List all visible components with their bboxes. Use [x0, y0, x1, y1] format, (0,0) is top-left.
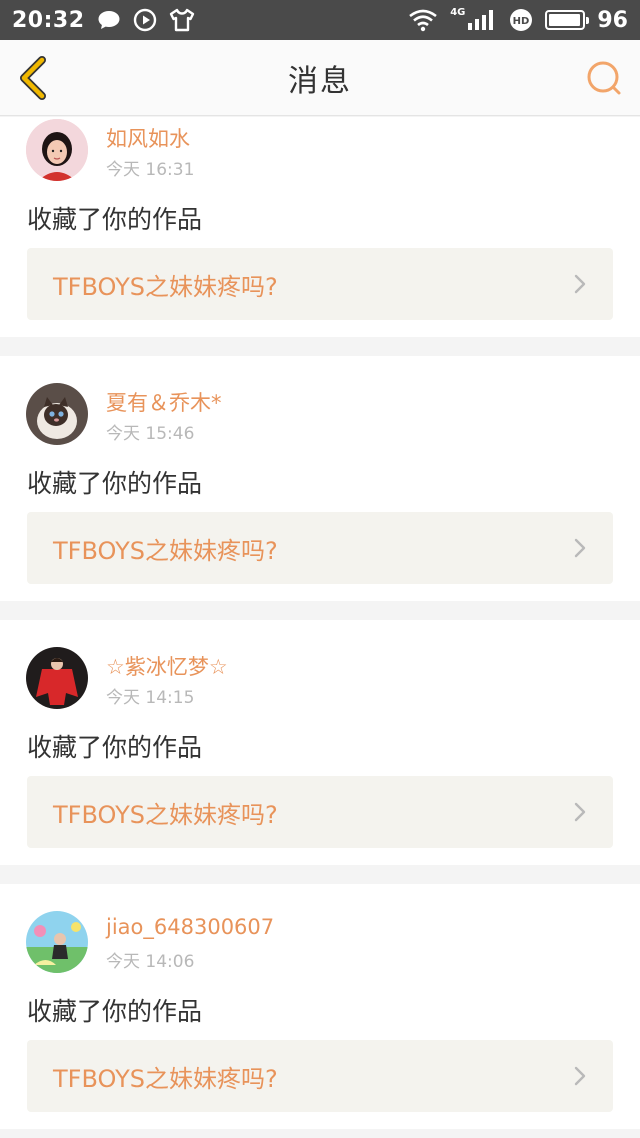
header-bar: 消息 [0, 40, 640, 116]
work-link[interactable]: TFBOYS之妹妹疼吗? [27, 776, 613, 848]
message-time: 今天 16:31 [106, 160, 195, 180]
signal-icon [467, 9, 497, 31]
search-button[interactable] [584, 58, 624, 98]
wifi-icon [408, 8, 438, 32]
search-icon [587, 61, 621, 95]
work-title: TFBOYS之妹妹疼吗? [53, 272, 278, 301]
message-card: ☆紫冰忆梦☆ 今天 14:15 收藏了你的作品 TFBOYS之妹妹疼吗? [0, 620, 640, 865]
username[interactable]: jiao_648300607 [106, 915, 274, 939]
avatar[interactable] [26, 383, 88, 445]
back-button[interactable] [16, 56, 52, 100]
hd-icon: HD [509, 8, 533, 32]
status-time: 20:32 [12, 7, 85, 33]
chevron-right-icon [574, 274, 586, 294]
action-text: 收藏了你的作品 [27, 733, 203, 762]
network-type-label: 4G [450, 6, 466, 18]
message-card: 夏有＆乔木* 今天 15:46 收藏了你的作品 TFBOYS之妹妹疼吗? [0, 356, 640, 601]
play-icon [133, 8, 157, 32]
username[interactable]: 夏有＆乔木* [106, 387, 222, 417]
chevron-right-icon [574, 1066, 586, 1086]
action-text: 收藏了你的作品 [27, 997, 203, 1026]
message-time: 今天 14:06 [106, 952, 195, 972]
page-title: 消息 [288, 63, 352, 99]
username[interactable]: ☆紫冰忆梦☆ [106, 651, 228, 681]
work-link[interactable]: TFBOYS之妹妹疼吗? [27, 248, 613, 320]
work-link[interactable]: TFBOYS之妹妹疼吗? [27, 512, 613, 584]
action-text: 收藏了你的作品 [27, 205, 203, 234]
svg-text:HD: HD [513, 16, 530, 27]
chevron-right-icon [574, 538, 586, 558]
chevron-left-icon [20, 56, 46, 100]
message-time: 今天 14:15 [106, 688, 195, 708]
status-bar: 20:32 4G HD 96 [0, 0, 640, 40]
status-bar-right: 4G HD 96 [408, 6, 628, 33]
battery-icon [545, 10, 590, 30]
work-title: TFBOYS之妹妹疼吗? [53, 536, 278, 565]
action-text: 收藏了你的作品 [27, 469, 203, 498]
work-link[interactable]: TFBOYS之妹妹疼吗? [27, 1040, 613, 1112]
work-title: TFBOYS之妹妹疼吗? [53, 1064, 278, 1093]
work-title: TFBOYS之妹妹疼吗? [53, 800, 278, 829]
message-card: jiao_648300607 今天 14:06 收藏了你的作品 TFBOYS之妹… [0, 884, 640, 1129]
battery-fill [549, 14, 581, 26]
username[interactable]: 如风如水 [106, 123, 190, 153]
battery-percent: 96 [597, 7, 628, 33]
avatar[interactable] [26, 911, 88, 973]
avatar[interactable] [26, 119, 88, 181]
tshirt-icon [169, 8, 195, 32]
message-icon [97, 9, 121, 31]
avatar[interactable] [26, 647, 88, 709]
status-bar-left: 20:32 [12, 8, 195, 33]
chevron-right-icon [574, 802, 586, 822]
message-time: 今天 15:46 [106, 424, 195, 444]
message-card: 如风如水 今天 16:31 收藏了你的作品 TFBOYS之妹妹疼吗? [0, 117, 640, 337]
